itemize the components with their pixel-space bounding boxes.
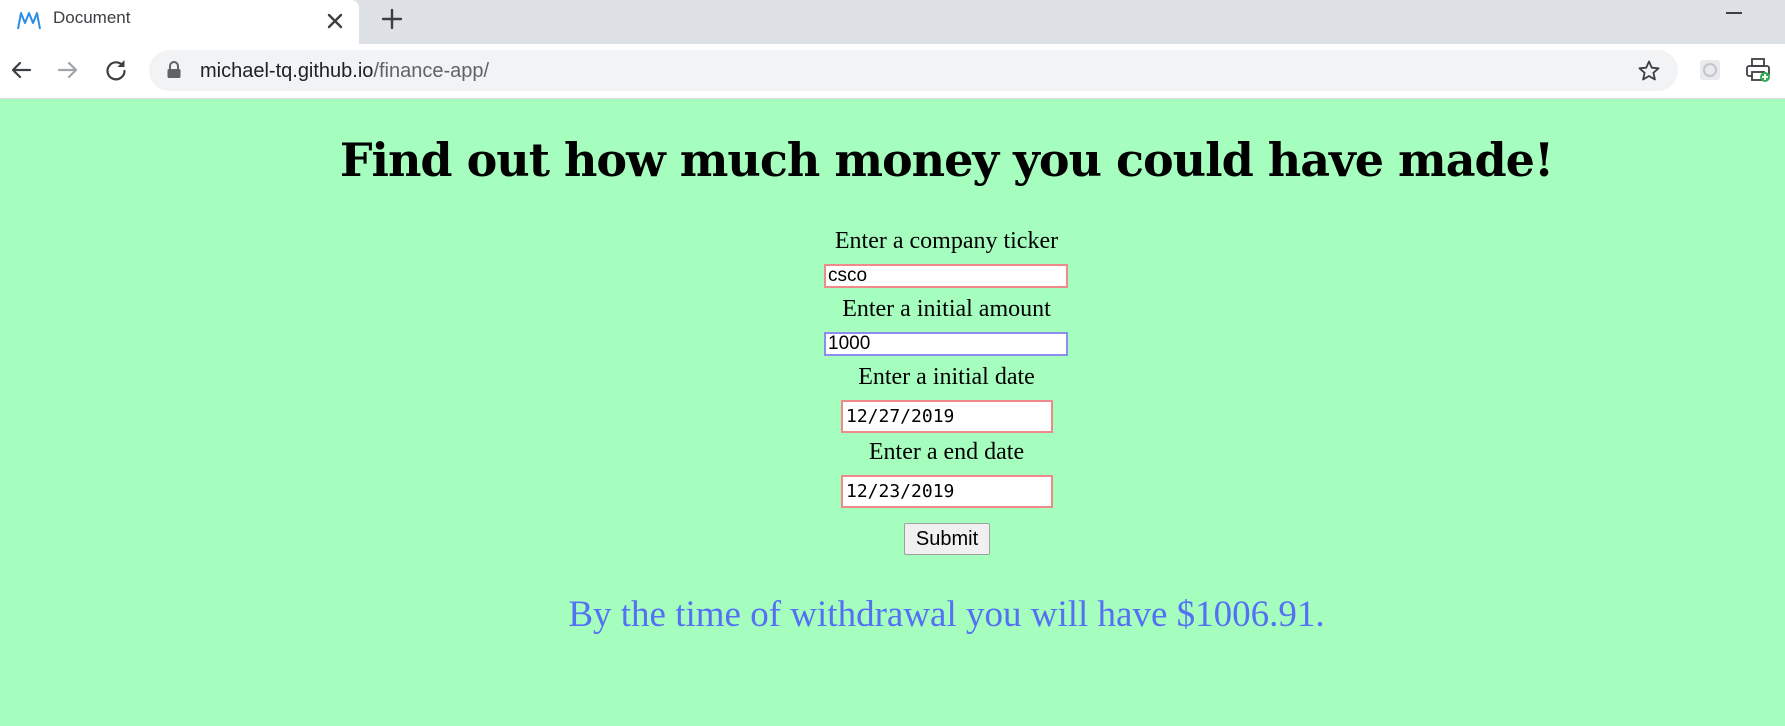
ticker-label: Enter a company ticker bbox=[834, 228, 1059, 254]
address-bar[interactable]: michael-tq.github.io/finance-app/ bbox=[149, 50, 1678, 91]
initial-date-label: Enter a initial date bbox=[858, 364, 1035, 390]
back-arrow-icon[interactable] bbox=[6, 55, 36, 85]
url-host: michael-tq.github.io bbox=[200, 60, 374, 82]
initial-date-value: 12/27/2019 bbox=[846, 406, 955, 427]
result-text: By the time of withdrawal you will have … bbox=[568, 594, 1325, 635]
reload-icon[interactable] bbox=[101, 55, 131, 85]
forward-arrow-icon[interactable] bbox=[53, 55, 83, 85]
extension-icon[interactable] bbox=[1697, 57, 1723, 83]
amount-label: Enter a initial amount bbox=[842, 296, 1051, 322]
submit-button[interactable]: Submit bbox=[904, 523, 990, 555]
initial-date-input[interactable]: 12/27/2019 bbox=[841, 400, 1053, 433]
star-icon[interactable] bbox=[1637, 59, 1661, 83]
minimize-window-icon[interactable] bbox=[1726, 12, 1742, 14]
lock-icon[interactable] bbox=[166, 61, 182, 79]
page-title: Find out how much money you could have m… bbox=[339, 133, 1554, 187]
end-date-label: Enter a end date bbox=[868, 439, 1025, 465]
plus-icon[interactable] bbox=[379, 6, 405, 32]
url-path: /finance-app/ bbox=[373, 60, 490, 82]
page-content: Find out how much money you could have m… bbox=[0, 99, 1785, 726]
finance-app-favicon-icon bbox=[17, 12, 41, 30]
tab-strip: Document bbox=[0, 0, 1785, 44]
tab-title: Document bbox=[53, 8, 131, 27]
end-date-value: 12/23/2019 bbox=[846, 481, 955, 502]
browser-tab[interactable]: Document bbox=[0, 0, 359, 44]
close-icon[interactable] bbox=[323, 9, 347, 33]
printer-extension-icon[interactable] bbox=[1745, 57, 1771, 83]
browser-toolbar: michael-tq.github.io/finance-app/ bbox=[0, 44, 1785, 99]
amount-input[interactable] bbox=[824, 332, 1068, 356]
url-text[interactable]: michael-tq.github.io/finance-app/ bbox=[200, 60, 489, 83]
ticker-input[interactable] bbox=[824, 264, 1068, 288]
end-date-input[interactable]: 12/23/2019 bbox=[841, 475, 1053, 508]
